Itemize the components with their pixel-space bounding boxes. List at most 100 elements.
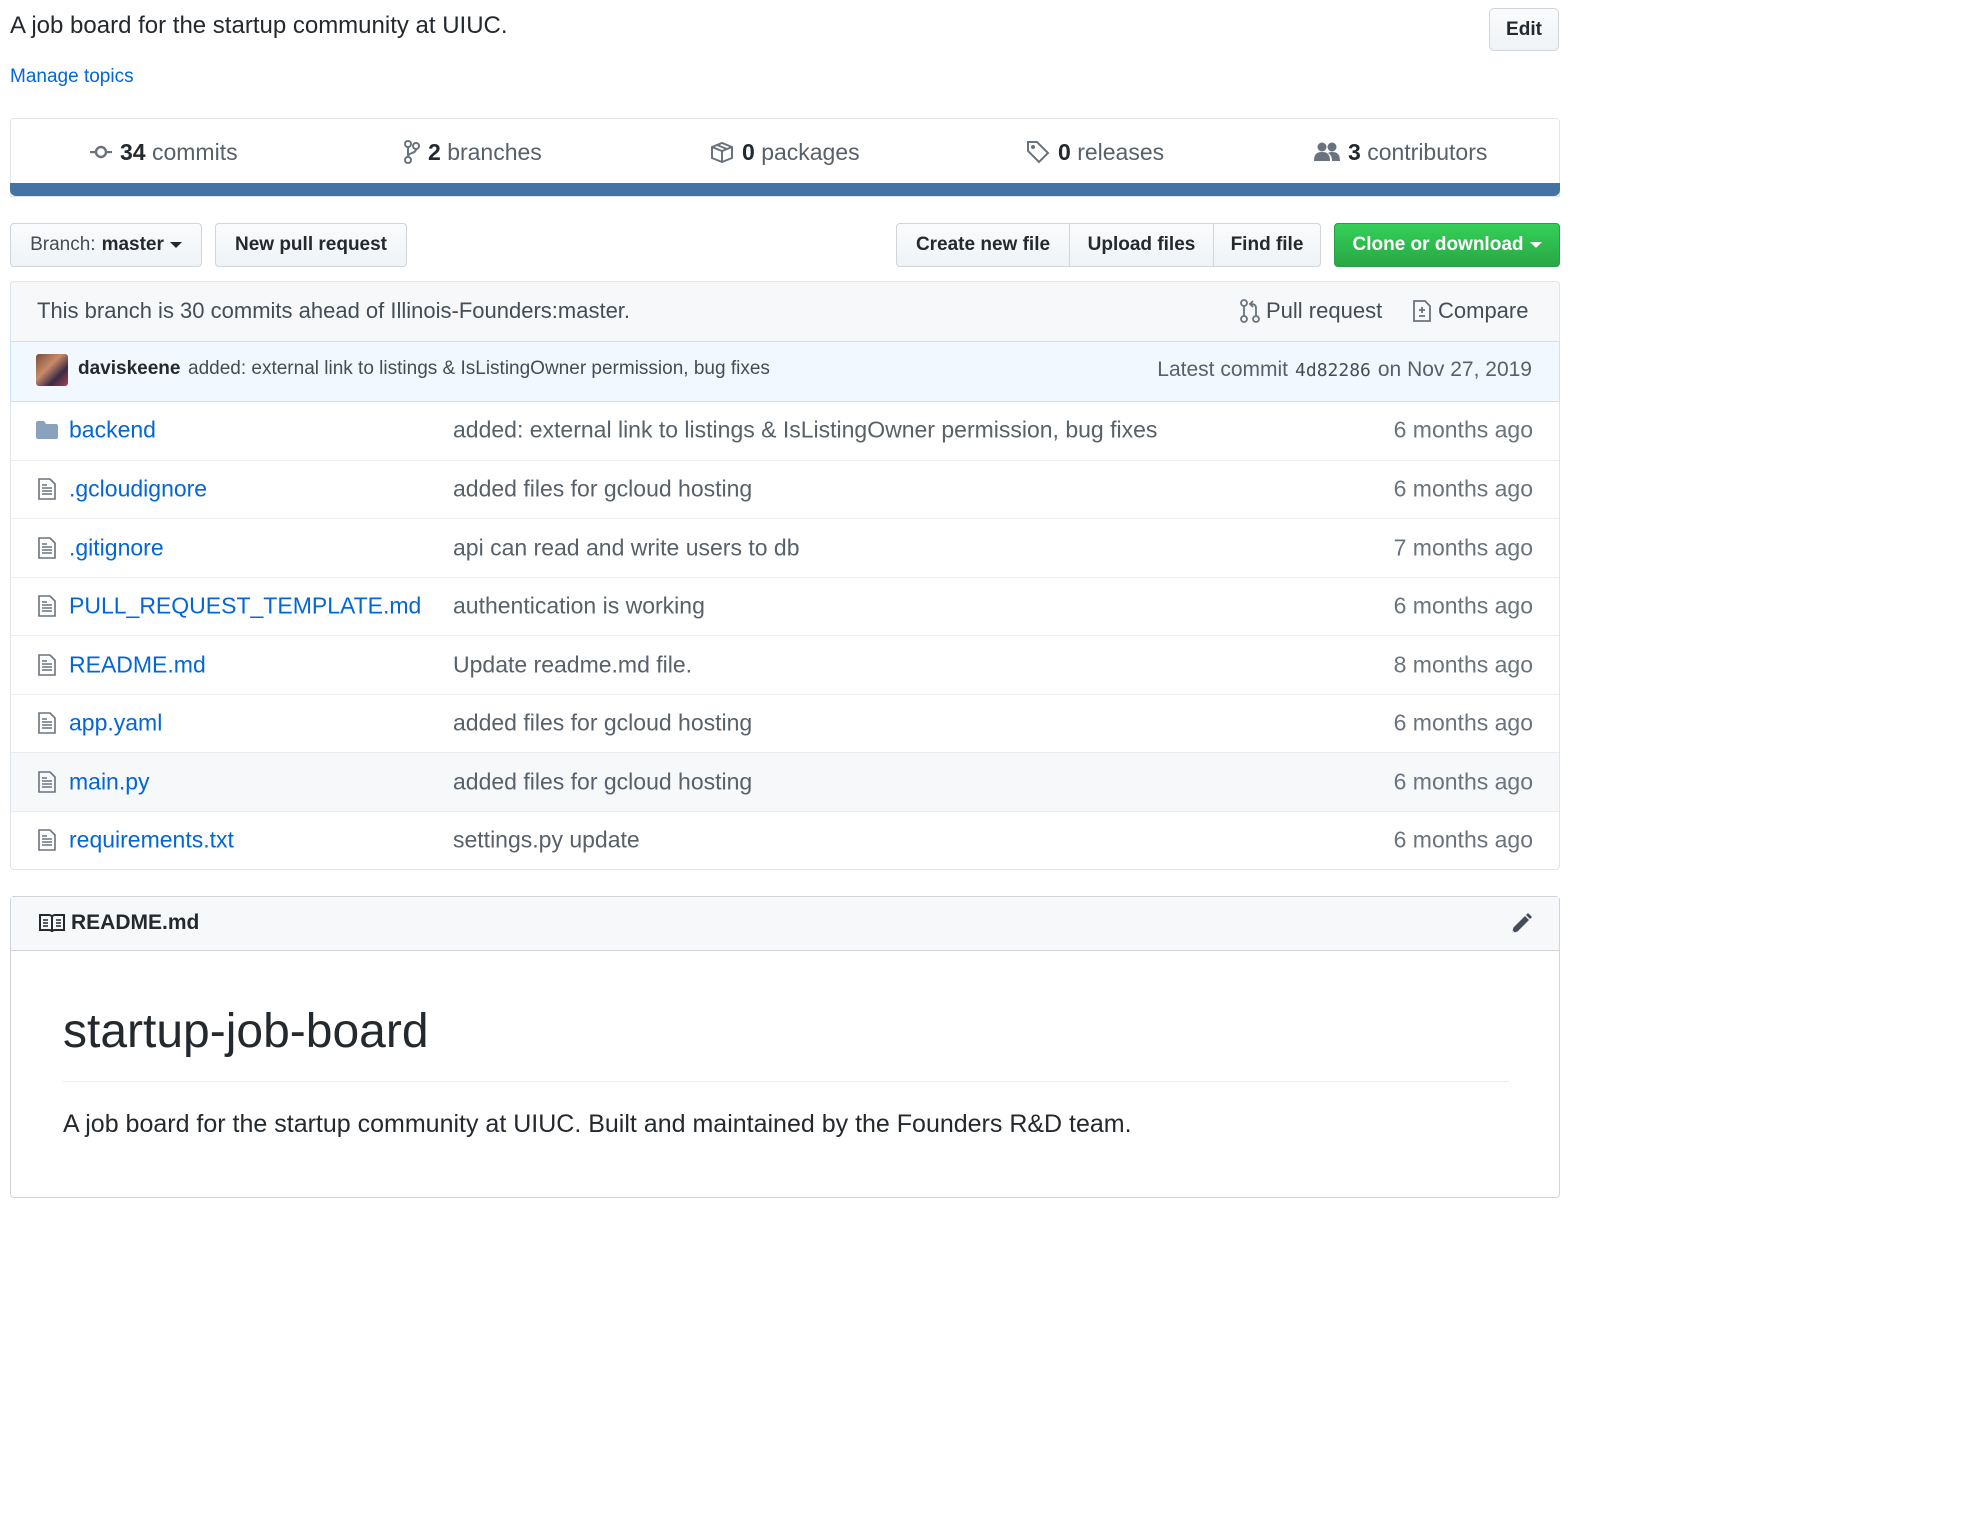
caret-down-icon: [169, 242, 182, 248]
file-row[interactable]: .gcloudignore added files for gcloud host…: [11, 459, 1559, 519]
branches-stat[interactable]: 2 branches: [404, 136, 542, 168]
file-age: 8 months ago: [1393, 651, 1533, 678]
avatar[interactable]: [36, 354, 68, 386]
upload-files-button[interactable]: Upload files: [1069, 223, 1214, 267]
packages-stat[interactable]: 0 packages: [710, 136, 860, 168]
latest-commit-label: Latest commit: [1157, 358, 1289, 381]
pencil-icon[interactable]: [1509, 912, 1533, 936]
branch-prefix: Branch:: [30, 234, 96, 255]
file-name-link[interactable]: backend: [69, 417, 156, 444]
file-icon: [36, 770, 58, 793]
releases-stat[interactable]: 0 releases: [1026, 136, 1164, 168]
readme-box: README.md startup-job-board A job board …: [10, 896, 1560, 1198]
commit-date: on Nov 27, 2019: [1377, 358, 1532, 381]
file-commit-message-link[interactable]: added files for gcloud hosting: [453, 710, 752, 737]
file-age: 7 months ago: [1393, 534, 1533, 561]
edit-description-button[interactable]: Edit: [1489, 8, 1559, 51]
contributors-stat[interactable]: 3 contributors: [1314, 136, 1487, 168]
file-name-link[interactable]: main.py: [69, 768, 150, 795]
package-icon: [711, 141, 733, 163]
pull-request-link[interactable]: Pull request: [1240, 298, 1382, 324]
readme-body: A job board for the startup community at…: [63, 1110, 1132, 1138]
latest-commit-info: Latest commit 4d82286 on Nov 27, 2019: [1157, 358, 1532, 382]
commit-message-link[interactable]: added: external link to listings & IsLis…: [188, 358, 770, 380]
readme-heading: startup-job-board: [63, 1005, 429, 1058]
file-name-link[interactable]: .gitignore: [69, 534, 164, 561]
commit-icon: [90, 145, 112, 159]
file-icon: [36, 478, 58, 501]
commit-author-link[interactable]: daviskeene: [78, 358, 180, 380]
compare-link[interactable]: Compare: [1412, 298, 1528, 324]
book-icon: [39, 914, 65, 933]
readme-divider: [63, 1081, 1509, 1082]
file-age: 6 months ago: [1393, 709, 1533, 736]
file-name-link[interactable]: requirements.txt: [69, 827, 234, 854]
file-row[interactable]: PULL_REQUEST_TEMPLATE.md authentication i…: [11, 576, 1559, 636]
file-commit-message-link[interactable]: authentication is working: [453, 593, 705, 620]
branch-ahead-text: This branch is 30 commits ahead of Illin…: [37, 298, 631, 323]
file-commit-message-link[interactable]: api can read and write users to db: [453, 534, 799, 561]
people-icon: [1314, 142, 1340, 161]
file-icon: [36, 595, 58, 618]
file-table: backend added: external link to listings …: [10, 401, 1560, 870]
create-new-file-button[interactable]: Create new file: [896, 223, 1070, 267]
clone-label: Clone or download: [1352, 234, 1524, 255]
packages-label: packages: [761, 138, 860, 165]
file-name-link[interactable]: README.md: [69, 651, 206, 678]
branch-select-button[interactable]: Branch: master: [10, 223, 202, 267]
file-row[interactable]: app.yaml added files for gcloud hosting 6 …: [11, 693, 1559, 753]
file-row[interactable]: .gitignore api can read and write users t…: [11, 518, 1559, 577]
pull-request-icon: [1240, 299, 1260, 323]
find-file-button[interactable]: Find file: [1213, 223, 1321, 267]
file-commit-message-link[interactable]: added: external link to listings & IsLis…: [453, 417, 1157, 444]
commits-count: 34: [120, 138, 146, 165]
readme-title: README.md: [39, 911, 199, 935]
contributors-count: 3: [1348, 138, 1361, 165]
new-pull-request-button[interactable]: New pull request: [215, 223, 407, 267]
commit-sha-link[interactable]: 4d82286: [1295, 360, 1371, 381]
file-row[interactable]: backend added: external link to listings …: [11, 401, 1559, 460]
releases-label: releases: [1077, 138, 1165, 165]
file-row[interactable]: main.py added files for gcloud hosting 6 m…: [11, 752, 1559, 811]
clone-or-download-button[interactable]: Clone or download: [1334, 223, 1560, 267]
branches-count: 2: [428, 138, 441, 165]
readme-header: README.md: [11, 897, 1559, 951]
compare-label: Compare: [1438, 298, 1529, 323]
branch-icon: [404, 140, 420, 164]
file-commit-message-link[interactable]: added files for gcloud hosting: [453, 476, 752, 503]
file-commit-message-link[interactable]: settings.py update: [453, 827, 640, 854]
file-row[interactable]: requirements.txt settings.py update 6 mont…: [11, 810, 1559, 870]
pull-request-label: Pull request: [1266, 298, 1383, 323]
packages-count: 0: [742, 138, 755, 165]
file-name-link[interactable]: .gcloudignore: [69, 476, 207, 503]
commits-stat[interactable]: 34 commits: [90, 136, 238, 168]
file-age: 6 months ago: [1393, 592, 1533, 619]
file-name-link[interactable]: PULL_REQUEST_TEMPLATE.md: [69, 593, 421, 620]
language-bar[interactable]: [10, 183, 1560, 196]
file-age: 6 months ago: [1393, 416, 1533, 443]
file-age: 6 months ago: [1393, 475, 1533, 502]
file-commit-message-link[interactable]: added files for gcloud hosting: [453, 768, 752, 795]
repo-description: A job board for the startup community at…: [10, 12, 508, 39]
branches-label: branches: [447, 138, 542, 165]
readme-filename: README.md: [71, 911, 200, 934]
folder-icon: [36, 419, 58, 441]
branch-name: master: [101, 234, 164, 255]
file-row[interactable]: README.md Update readme.md file. 8 months …: [11, 635, 1559, 694]
file-name-link[interactable]: app.yaml: [69, 710, 162, 737]
file-icon: [36, 653, 58, 676]
caret-down-icon: [1529, 242, 1542, 248]
diff-icon: [1413, 300, 1431, 322]
releases-count: 0: [1058, 138, 1071, 165]
tag-icon: [1027, 141, 1050, 164]
file-age: 6 months ago: [1393, 826, 1533, 853]
manage-topics-link[interactable]: Manage topics: [10, 66, 134, 88]
repo-page: A job board for the startup community at…: [0, 0, 1568, 1215]
file-commit-message-link[interactable]: Update readme.md file.: [453, 651, 692, 678]
file-icon: [36, 829, 58, 852]
commits-label: commits: [151, 138, 238, 165]
file-icon: [36, 712, 58, 735]
contributors-label: contributors: [1367, 138, 1488, 165]
file-icon: [36, 536, 58, 559]
file-age: 6 months ago: [1393, 768, 1533, 795]
